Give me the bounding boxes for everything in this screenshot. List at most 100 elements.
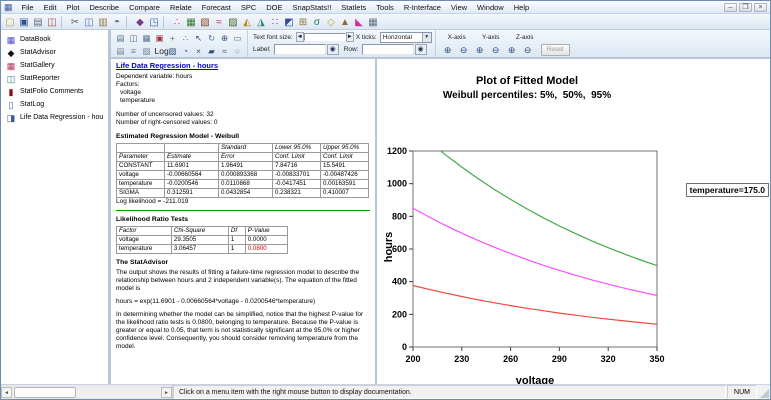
menu-item[interactable]: R-Interface <box>399 3 446 12</box>
save-statfolio-icon[interactable]: ▣ <box>18 15 31 28</box>
show-points-icon[interactable]: ∴ <box>180 31 192 43</box>
copy-icon[interactable]: ◫ <box>83 15 96 28</box>
copy-analysis-icon[interactable]: ≡ <box>128 44 140 56</box>
slider-track[interactable] <box>303 33 346 42</box>
sidebar-item[interactable]: ▮ StatFolio Comments <box>1 85 108 98</box>
montecarlo-icon[interactable]: ▲ <box>339 15 352 28</box>
sidebar-item[interactable]: ◫ StatReporter <box>1 72 108 85</box>
menu-item[interactable]: SPC <box>236 3 261 12</box>
spc-icon[interactable]: ◮ <box>255 15 268 28</box>
brush-icon[interactable]: ▰ <box>206 44 218 56</box>
lamp-icon[interactable]: ○ <box>232 44 244 56</box>
zoom-out-x-axis-icon[interactable]: ⊖ <box>457 44 471 56</box>
scatterplot-icon[interactable]: ∴ <box>171 15 184 28</box>
save-graph-icon[interactable]: ▣ <box>154 31 166 43</box>
sidebar-item[interactable]: ▦ DataBook <box>1 33 108 46</box>
exclude-icon[interactable]: × <box>193 44 205 56</box>
doe-icon[interactable]: ∷ <box>269 15 282 28</box>
identify-icon[interactable]: ◔ <box>180 44 192 56</box>
menu-item[interactable]: File <box>17 3 39 12</box>
snapstats-icon[interactable]: ◩ <box>283 15 296 28</box>
hatch-icon[interactable]: ▨ <box>167 44 179 56</box>
separator[interactable] <box>163 15 168 28</box>
window-controls: – ❐ × <box>724 2 770 12</box>
image-icon[interactable]: ▨ <box>141 44 153 56</box>
print-graph-icon[interactable]: ▤ <box>115 44 127 56</box>
zoom-in-z-axis-icon[interactable]: ⊕ <box>505 44 519 56</box>
zoom-out-y-axis-icon[interactable]: ⊖ <box>489 44 503 56</box>
menu-item[interactable]: Describe <box>84 3 124 12</box>
sidebar-item-label: StatReporter <box>20 75 60 82</box>
cut-icon[interactable]: ✂ <box>69 15 82 28</box>
calculator-icon[interactable]: ▦ <box>367 15 380 28</box>
menu-item[interactable]: Compare <box>124 3 165 12</box>
menu-item[interactable]: Statlets <box>336 3 371 12</box>
sidebar-item[interactable]: ◆ StatAdvisor <box>1 46 108 59</box>
statlets-icon[interactable]: ⊞ <box>297 15 310 28</box>
x-ticks-select[interactable]: Horizontal ▼ <box>379 31 432 43</box>
log-icon[interactable]: Log <box>154 44 169 56</box>
sidebar-item[interactable]: ◨ Life Data Regression - hou <box>1 111 108 124</box>
menu-item[interactable]: SnapStats!! <box>288 3 337 12</box>
statlink-icon[interactable]: ◆ <box>134 15 147 28</box>
menu-item[interactable]: View <box>446 3 472 12</box>
scrollbar-thumb[interactable] <box>14 386 76 398</box>
relate-icon[interactable]: ≈ <box>213 15 226 28</box>
comment-icon[interactable]: ◓ <box>111 15 124 28</box>
table-options-icon[interactable]: ▤ <box>115 31 127 43</box>
aspect-ratio-icon[interactable]: ▭ <box>232 31 244 43</box>
minimize-button[interactable]: – <box>724 2 737 12</box>
select-arrow-icon[interactable]: ↖ <box>193 31 205 43</box>
sixsigma-icon[interactable]: σ <box>311 15 324 28</box>
graph-options-icon[interactable]: ◫ <box>128 31 140 43</box>
restore-button[interactable]: ❐ <box>739 2 752 12</box>
zoom-icon[interactable]: ⊕ <box>219 31 231 43</box>
menu-item[interactable]: Relate <box>165 3 197 12</box>
print-preview-icon[interactable]: ◳ <box>148 15 161 28</box>
report-title[interactable]: Life Data Regression - hours <box>116 62 370 70</box>
text-font-size-slider[interactable]: ◄ ► <box>295 32 354 43</box>
menu-item[interactable]: Tools <box>371 3 399 12</box>
row-input[interactable] <box>361 44 414 56</box>
menu-item[interactable]: DOE <box>261 3 287 12</box>
separator[interactable] <box>61 15 66 28</box>
paste-icon[interactable]: ▥ <box>97 15 110 28</box>
flag-icon[interactable]: ◣ <box>353 15 366 28</box>
label-input[interactable] <box>273 44 326 56</box>
sidebar-horizontal-scrollbar[interactable]: ◄ ► <box>1 385 173 399</box>
menu-item[interactable]: Edit <box>39 3 62 12</box>
zoom-in-x-axis-icon[interactable]: ⊕ <box>441 44 455 56</box>
slider-right-arrow-icon[interactable]: ► <box>345 32 354 43</box>
forecast-icon[interactable]: ◭ <box>241 15 254 28</box>
smooth-icon[interactable]: ≈ <box>219 44 231 56</box>
compare-icon[interactable]: ▧ <box>199 15 212 28</box>
zoom-out-z-axis-icon[interactable]: ⊖ <box>521 44 535 56</box>
close-button[interactable]: × <box>754 2 767 12</box>
tile-windows-icon[interactable]: ▦ <box>141 31 153 43</box>
menu-item[interactable]: Forecast <box>197 3 236 12</box>
print-icon[interactable]: ▤ <box>32 15 45 28</box>
scrollbar-track[interactable] <box>12 386 161 398</box>
sidebar-item[interactable]: ▯ StatLog <box>1 98 108 111</box>
slider-left-arrow-icon[interactable]: ◄ <box>295 32 304 43</box>
reset-button[interactable]: Reset <box>540 43 570 56</box>
menu-item[interactable]: Help <box>509 3 534 12</box>
separator[interactable] <box>126 15 131 28</box>
scroll-right-icon[interactable]: ► <box>161 386 172 398</box>
statwizard-icon[interactable]: ◇ <box>325 15 338 28</box>
menu-item[interactable]: Window <box>472 3 509 12</box>
sidebar-item[interactable]: ▦ StatGallery <box>1 59 108 72</box>
preview-window-icon[interactable]: ◫ <box>46 15 59 28</box>
describe-icon[interactable]: ▦ <box>185 15 198 28</box>
zoom-in-y-axis-icon[interactable]: ⊕ <box>473 44 487 56</box>
scroll-left-icon[interactable]: ◄ <box>1 386 12 398</box>
rotate-icon[interactable]: ↻ <box>206 31 218 43</box>
new-statfolio-icon[interactable]: ▢ <box>4 15 17 28</box>
find-row-icon[interactable]: ◉ <box>414 44 427 56</box>
anova-icon[interactable]: ▨ <box>227 15 240 28</box>
find-label-icon[interactable]: ◉ <box>326 44 339 56</box>
pan-icon[interactable]: + <box>167 31 179 43</box>
menu-item[interactable]: Plot <box>62 3 85 12</box>
resize-grip[interactable] <box>757 385 770 399</box>
temperature-annotation[interactable]: temperature=175.0 <box>685 183 769 197</box>
